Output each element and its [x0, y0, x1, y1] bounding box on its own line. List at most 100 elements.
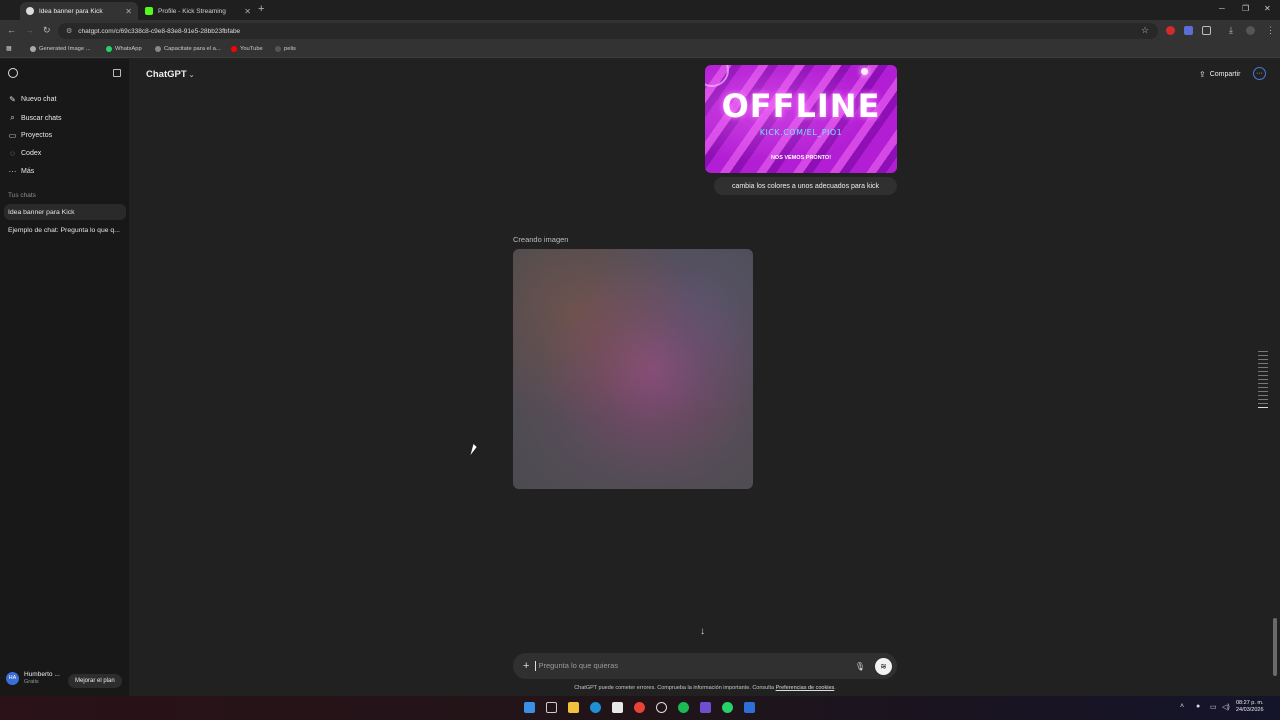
attach-plus-icon[interactable]: +: [523, 660, 529, 672]
nav-label: Nuevo chat: [21, 96, 57, 103]
image-generation-placeholder: [513, 249, 753, 489]
extension-red-icon[interactable]: [1166, 26, 1175, 35]
back-icon[interactable]: ←: [7, 25, 16, 35]
browser-menu-icon[interactable]: ⋮: [1266, 25, 1275, 36]
extension-translate-icon[interactable]: [1184, 26, 1193, 35]
taskbar-clock[interactable]: 08:27 p. m. 24/03/2026: [1236, 700, 1264, 714]
apps-grid-icon[interactable]: ▦: [6, 46, 11, 52]
bookmark-favicon-icon: [30, 46, 36, 52]
user-profile[interactable]: HA Humberto ... Gratis: [6, 671, 60, 685]
scroll-down-icon[interactable]: ↓: [700, 626, 705, 637]
download-icon[interactable]: ⤓: [1229, 25, 1233, 36]
tab-title: Profile - Kick Streaming: [158, 7, 226, 15]
youtube-icon: [231, 46, 237, 52]
file-explorer-icon[interactable]: [568, 702, 579, 713]
address-bar[interactable]: ⚙ chatgpt.com/c/69c338c8-c9e8-83e8-91e5-…: [58, 23, 1158, 39]
banner-title: OFFLINE: [721, 87, 881, 125]
chrome-icon[interactable]: [634, 702, 645, 713]
collapse-sidebar-icon[interactable]: [113, 69, 121, 77]
tray-chevron-icon[interactable]: ˄: [1180, 703, 1184, 710]
microphone-icon[interactable]: 🎙: [855, 662, 865, 671]
nav-label: Codex: [21, 150, 42, 157]
bookmark-label: Generated Image ...: [39, 46, 91, 52]
nav-label: Buscar chats: [21, 114, 62, 122]
chatgpt-logo-icon[interactable]: [8, 68, 18, 78]
banner-sparkle: [861, 68, 868, 75]
nav-more[interactable]: ··· Más: [8, 167, 35, 176]
tray-mic-icon[interactable]: ●: [1196, 703, 1200, 710]
restore-icon[interactable]: ❐: [1242, 4, 1249, 13]
more-icon: ···: [8, 167, 17, 176]
disclaimer: ChatGPT puede cometer errores. Comprueba…: [409, 685, 1001, 691]
chatgpt-app-icon[interactable]: [656, 702, 667, 713]
chats-section-label: Tus chats: [8, 192, 36, 199]
teams-icon[interactable]: [700, 702, 711, 713]
bookmark-label: YouTube: [240, 46, 263, 52]
taskbar: ˄ ● ▭ ◁) 08:27 p. m. 24/03/2026: [0, 696, 1280, 720]
tray-display-icon[interactable]: ▭: [1210, 703, 1217, 711]
profile-avatar-icon[interactable]: [1246, 26, 1255, 35]
user-name: Humberto ...: [24, 671, 60, 678]
voice-mode-icon[interactable]: ≋: [875, 657, 892, 675]
browser-toolbar: ← → ↻ ⚙ chatgpt.com/c/69c338c8-c9e8-83e8…: [0, 20, 1280, 42]
edit-icon: ✎: [9, 95, 16, 104]
reload-icon[interactable]: ↻: [43, 25, 51, 36]
forward-icon[interactable]: →: [25, 25, 34, 35]
new-tab-icon[interactable]: +: [258, 3, 264, 15]
chevron-down-icon: ⌄: [188, 72, 195, 79]
tab-title: Idea banner para Kick: [39, 7, 103, 15]
model-name: ChatGPT: [146, 69, 187, 80]
chat-item-idea-banner[interactable]: Idea banner para Kick: [4, 204, 126, 220]
bookmark-capacitate[interactable]: Capacitate para el a...: [155, 46, 221, 52]
nav-codex[interactable]: ◌ Codex: [8, 149, 41, 158]
store-icon[interactable]: [612, 702, 623, 713]
cookie-preferences-link[interactable]: Preferencias de cookies: [776, 685, 835, 691]
share-icon: ⇪: [1199, 70, 1206, 79]
kick-favicon-icon: [145, 7, 153, 15]
upgrade-plan-button[interactable]: Mejorar el plan: [68, 674, 122, 688]
model-selector[interactable]: ChatGPT ⌄: [146, 69, 195, 80]
clock-date: 24/03/2026: [1236, 707, 1264, 713]
image-generation-status: Creando imagen: [513, 235, 569, 244]
share-button[interactable]: ⇪ Compartir: [1199, 70, 1240, 79]
clock-time: 08:27 p. m.: [1236, 700, 1264, 706]
nav-new-chat[interactable]: ✎ Nuevo chat: [8, 95, 56, 104]
nav-search-chats[interactable]: ⌕ Buscar chats: [8, 113, 61, 123]
chat-item-ejemplo[interactable]: Ejemplo de chat: Pregunta lo que q...: [4, 222, 126, 238]
tab-kick-profile[interactable]: Profile - Kick Streaming ✕: [139, 2, 257, 20]
bookmark-star-icon[interactable]: ☆: [1141, 25, 1149, 36]
spotify-icon[interactable]: [678, 702, 689, 713]
app-taskbar-icon[interactable]: [744, 702, 755, 713]
banner-tagline: NOS VEMOS PRONTO!: [770, 155, 832, 161]
site-info-icon[interactable]: ⚙: [66, 27, 72, 35]
close-tab-icon[interactable]: ✕: [125, 7, 132, 16]
bookmark-generated-image[interactable]: Generated Image ...: [30, 46, 91, 52]
sidebar: ✎ Nuevo chat ⌕ Buscar chats ▭ Proyectos …: [0, 59, 129, 696]
tray-volume-icon[interactable]: ◁): [1222, 703, 1230, 711]
codex-icon: ◌: [10, 149, 15, 158]
minimize-icon[interactable]: ─: [1219, 4, 1225, 13]
browser-tabstrip: Idea banner para Kick ✕ Profile - Kick S…: [0, 0, 1280, 20]
prompt-input[interactable]: Pregunta lo que quieras: [535, 661, 854, 671]
nav-projects[interactable]: ▭ Proyectos: [8, 131, 52, 140]
uploaded-banner-image[interactable]: OFFLINE KICK.COM/EL_PIO1 NOS VEMOS PRONT…: [705, 65, 897, 173]
whatsapp-taskbar-icon[interactable]: [722, 702, 733, 713]
extensions-puzzle-icon[interactable]: [1202, 26, 1211, 35]
folder-icon: [275, 46, 281, 52]
close-tab-icon[interactable]: ✕: [244, 7, 251, 16]
close-window-icon[interactable]: ✕: [1264, 4, 1271, 13]
conversation-minimap[interactable]: [1258, 351, 1268, 411]
bookmark-youtube[interactable]: YouTube: [231, 46, 263, 52]
bookmark-pelis[interactable]: pelis: [275, 46, 296, 52]
main-scrollbar[interactable]: [1273, 618, 1277, 676]
edge-icon[interactable]: [590, 702, 601, 713]
bookmark-whatsapp[interactable]: WhatsApp: [106, 46, 142, 52]
windows-start-icon[interactable]: [524, 702, 535, 713]
bookmark-favicon-icon: [155, 46, 161, 52]
tab-idea-banner[interactable]: Idea banner para Kick ✕: [20, 2, 138, 20]
disclaimer-end: .: [834, 685, 836, 691]
folder-icon: ▭: [8, 131, 17, 140]
task-view-icon[interactable]: [546, 702, 557, 713]
conversation-options-icon[interactable]: ···: [1253, 67, 1266, 80]
bookmark-label: pelis: [284, 46, 296, 52]
